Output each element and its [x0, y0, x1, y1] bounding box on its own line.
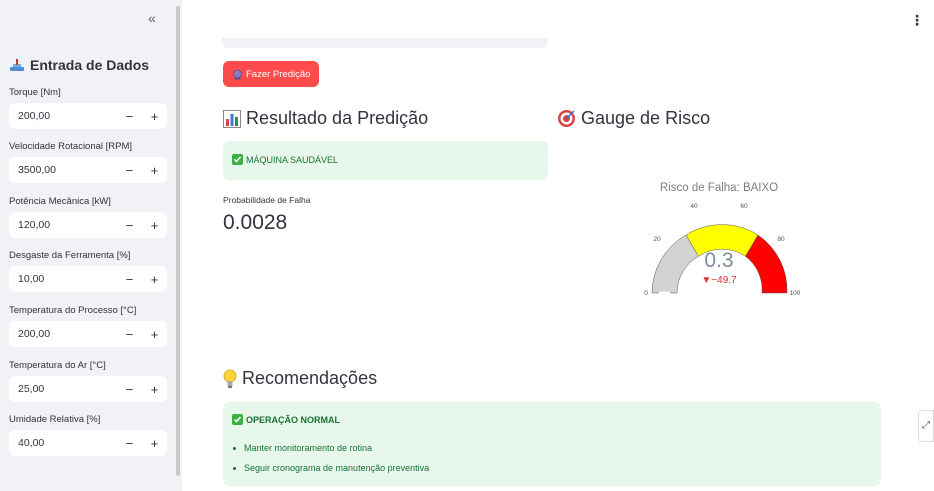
status-text: MÁQUINA SAUDÁVEL: [246, 154, 339, 165]
tool-wear-plus-button[interactable]: +: [142, 272, 167, 287]
gauge-tick-40: 40: [690, 203, 698, 210]
gauge-tick-20: 20: [653, 236, 661, 243]
recommendation-status: OPERAÇÃO NORMAL: [246, 414, 340, 425]
gauge-value: 0.3: [704, 249, 733, 272]
humidity-label: Umidade Relativa [%]: [9, 414, 101, 425]
tool-wear-field: Desgaste da Ferramenta [%] 10,00 − +: [9, 250, 167, 292]
recommendations-box: OPERAÇÃO NORMAL Manter monitoramento de …: [223, 402, 881, 486]
gauge-title: Risco de Falha: BAIXO: [660, 182, 778, 194]
gauge-tick-60: 60: [740, 203, 748, 210]
list-item: Manter monitoramento de rotina: [233, 443, 429, 453]
target-icon: [557, 109, 576, 128]
rpm-field: Velocidade Rotacional [RPM] 3500,00 − +: [9, 141, 167, 183]
torque-minus-button[interactable]: −: [117, 109, 142, 124]
process-temp-plus-button[interactable]: +: [142, 327, 167, 342]
main-menu-icon[interactable]: ⋮: [910, 13, 924, 27]
gauge-tick-100: 100: [790, 290, 801, 297]
recommendations-heading: Recomendações: [223, 368, 377, 389]
tool-wear-label: Desgaste da Ferramenta [%]: [9, 250, 131, 261]
crystal-ball-icon: [232, 69, 243, 80]
torque-field: Torque [Nm] 200,00 − +: [9, 87, 167, 129]
sidebar: « Entrada de Dados Torque [Nm] 200,00 − …: [0, 0, 182, 491]
gauge-heading: Gauge de Risco: [557, 108, 710, 129]
humidity-stepper: 40,00 − +: [9, 430, 167, 456]
tool-wear-minus-button[interactable]: −: [117, 272, 142, 287]
expand-side-tab[interactable]: ⤢: [918, 410, 934, 442]
recommendations-heading-text: Recomendações: [242, 368, 378, 388]
gauge-heading-text: Gauge de Risco: [581, 108, 711, 128]
predict-button[interactable]: Fazer Predição: [223, 61, 320, 87]
predict-button-label: Fazer Predição: [246, 68, 311, 80]
humidity-plus-button[interactable]: +: [142, 436, 167, 451]
air-temp-plus-button[interactable]: +: [142, 382, 167, 397]
air-temp-minus-button[interactable]: −: [117, 382, 142, 397]
process-temp-field: Temperatura do Processo [°C] 200,00 − +: [9, 305, 167, 347]
humidity-minus-button[interactable]: −: [117, 436, 142, 451]
power-label: Potência Mecânica [kW]: [9, 196, 111, 207]
gauge-tick-80: 80: [777, 236, 785, 243]
process-temp-label: Temperatura do Processo [°C]: [9, 305, 137, 316]
process-temp-stepper: 200,00 − +: [9, 321, 167, 347]
rpm-input[interactable]: 3500,00: [9, 164, 117, 176]
power-field: Potência Mecânica [kW] 120,00 − +: [9, 196, 167, 238]
torque-plus-button[interactable]: +: [142, 109, 167, 124]
rpm-plus-button[interactable]: +: [142, 163, 167, 178]
result-heading: Resultado da Predição: [223, 108, 428, 129]
previous-block-edge: [222, 38, 548, 48]
power-plus-button[interactable]: +: [142, 218, 167, 233]
rpm-stepper: 3500,00 − +: [9, 157, 167, 183]
gauge-delta: ▼−49.7: [701, 275, 737, 286]
torque-input[interactable]: 200,00: [9, 110, 117, 122]
probability-value: 0.0028: [223, 211, 288, 234]
bar-chart-icon: [223, 109, 241, 128]
torque-label: Torque [Nm]: [9, 87, 61, 98]
sidebar-scrollbar[interactable]: [176, 6, 180, 476]
power-input[interactable]: 120,00: [9, 219, 117, 231]
list-item: Seguir cronograma de manutenção preventi…: [233, 463, 429, 473]
result-heading-text: Resultado da Predição: [246, 108, 429, 128]
process-temp-minus-button[interactable]: −: [117, 327, 142, 342]
power-stepper: 120,00 − +: [9, 212, 167, 238]
rpm-label: Velocidade Rotacional [RPM]: [9, 141, 133, 152]
tool-wear-stepper: 10,00 − +: [9, 266, 167, 292]
humidity-input[interactable]: 40,00: [9, 437, 117, 449]
check-icon: [232, 154, 243, 165]
recommendation-list: Manter monitoramento de rotina Seguir cr…: [233, 443, 429, 483]
probability-label: Probabilidade de Falha: [223, 195, 311, 205]
air-temp-label: Temperatura do Ar [°C]: [9, 360, 106, 371]
input-data-icon: [9, 58, 25, 72]
humidity-field: Umidade Relativa [%] 40,00 − +: [9, 414, 167, 456]
air-temp-stepper: 25,00 − +: [9, 376, 167, 402]
torque-stepper: 200,00 − +: [9, 103, 167, 129]
status-success-box: MÁQUINA SAUDÁVEL: [223, 141, 548, 180]
check-icon: [232, 414, 243, 425]
gauge-tick-0: 0: [644, 290, 648, 297]
lightbulb-icon: [223, 369, 237, 389]
air-temp-field: Temperatura do Ar [°C] 25,00 − +: [9, 360, 167, 402]
process-temp-input[interactable]: 200,00: [9, 328, 117, 340]
sidebar-title-text: Entrada de Dados: [30, 57, 150, 73]
risk-gauge: Risco de Falha: BAIXO 0 20 40 60 80 100 …: [644, 182, 801, 297]
tool-wear-input[interactable]: 10,00: [9, 273, 117, 285]
sidebar-title: Entrada de Dados: [9, 57, 149, 73]
air-temp-input[interactable]: 25,00: [9, 383, 117, 395]
collapse-sidebar-button[interactable]: «: [148, 10, 156, 26]
power-minus-button[interactable]: −: [117, 218, 142, 233]
rpm-minus-button[interactable]: −: [117, 163, 142, 178]
